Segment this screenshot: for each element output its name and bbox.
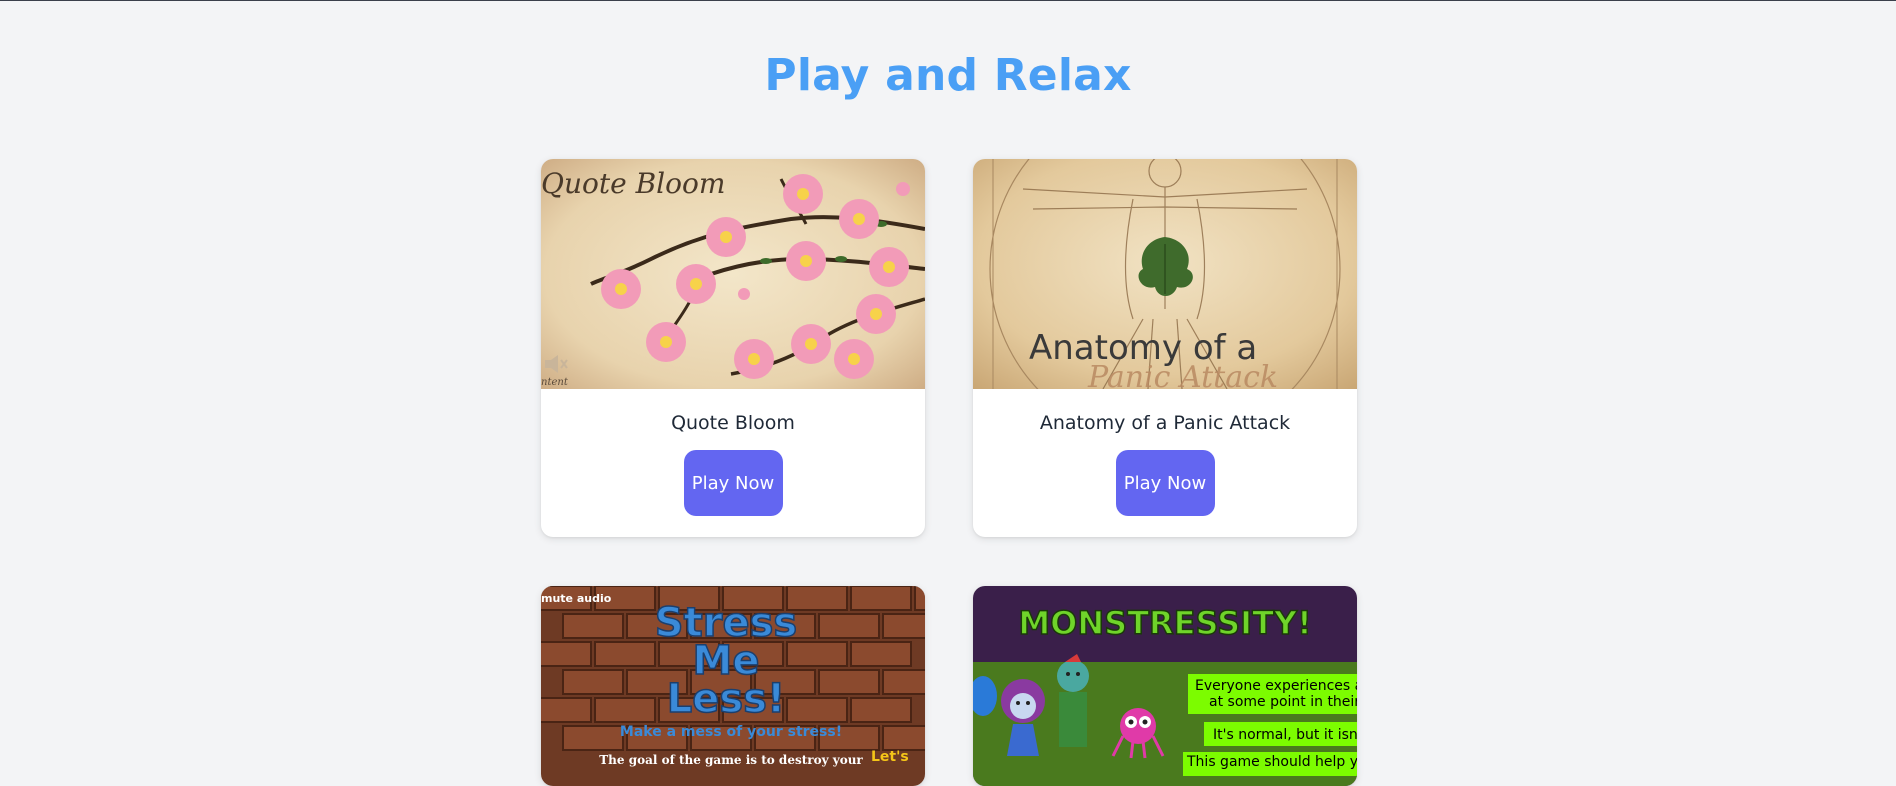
- thumbnail-box1-line1: Everyone experiences an: [1195, 678, 1357, 694]
- thumbnail-logo: Quote Bloom: [541, 167, 725, 200]
- game-card-quote-bloom: Quote Bloom ntent Quote Bloom Play Now: [541, 159, 925, 537]
- game-title: Quote Bloom: [671, 412, 795, 434]
- thumbnail-corner-text: ntent: [541, 377, 569, 388]
- thumbnail-box3: This game should help you: [1186, 754, 1357, 770]
- play-now-button[interactable]: Play Now: [1115, 450, 1215, 516]
- game-card-stress-me-less: mute audio Stress Me Less! Make a mess o…: [541, 586, 925, 786]
- game-thumbnail[interactable]: mute audio Stress Me Less! Make a mess o…: [541, 586, 925, 786]
- page-title: Play and Relax: [764, 50, 1132, 101]
- thumbnail-box2: It's normal, but it isn't e: [1213, 727, 1357, 743]
- game-card-monstressity: MONSTRESSITY! Everyone experiences an at…: [973, 586, 1357, 786]
- thumbnail-footer-text: The goal of the game is to destroy your: [599, 753, 863, 767]
- thumbnail-tagline: Make a mess of your stress!: [620, 724, 842, 740]
- thumbnail-title-line3: Less!: [667, 676, 785, 722]
- game-card-anatomy-of-a-panic-attack: Anatomy of a Panic Attack Anatomy of a P…: [973, 159, 1357, 537]
- thumbnail-script-text: Panic Attack: [1087, 360, 1278, 389]
- game-thumbnail[interactable]: MONSTRESSITY! Everyone experiences an at…: [973, 586, 1357, 786]
- game-thumbnail[interactable]: Quote Bloom ntent: [541, 159, 925, 389]
- play-now-button[interactable]: Play Now: [683, 450, 783, 516]
- mute-audio-link: mute audio: [541, 592, 612, 605]
- thumbnail-box1-line2: at some point in their lif: [1209, 694, 1357, 710]
- game-title: Anatomy of a Panic Attack: [1039, 412, 1291, 434]
- thumbnail-logo: MONSTRESSITY!: [1018, 604, 1311, 642]
- top-border: [0, 0, 1896, 1]
- game-thumbnail[interactable]: Anatomy of a Panic Attack: [973, 159, 1357, 389]
